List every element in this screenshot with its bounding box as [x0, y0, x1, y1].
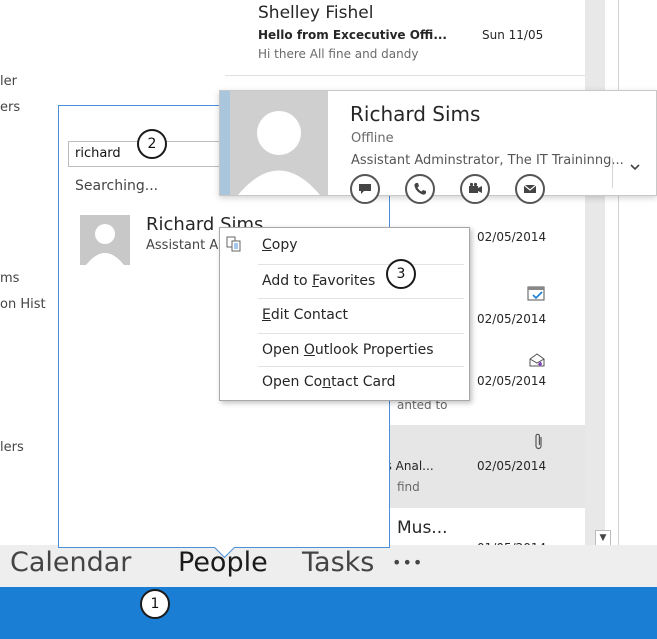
menu-label: Open Co	[262, 374, 323, 390]
searching-status: Searching...	[75, 178, 159, 194]
menu-label: avorites	[318, 273, 376, 289]
message-date: 02/05/2014	[477, 312, 547, 326]
mail-icon	[523, 184, 537, 193]
message-date: 02/05/2014	[477, 374, 547, 388]
nav-tasks[interactable]: Tasks	[302, 547, 374, 578]
presence-status: Offline	[351, 131, 394, 146]
calendar-icon	[527, 285, 545, 301]
chevron-down-icon[interactable]	[628, 160, 642, 178]
card-divider	[612, 158, 613, 188]
menu-separator	[258, 333, 464, 334]
menu-accelerator: C	[262, 237, 272, 253]
menu-separator	[258, 366, 464, 367]
avatar	[230, 91, 328, 195]
menu-item-outlook-properties[interactable]: Open Outlook Properties	[262, 342, 434, 358]
chat-icon	[359, 184, 371, 194]
copy-icon	[226, 236, 242, 252]
message-date: Sun 11/05	[482, 28, 544, 42]
menu-accelerator: n	[322, 374, 332, 390]
folder-item[interactable]: on Hist	[0, 297, 46, 312]
menu-label: tact Card	[331, 374, 396, 390]
step-callout-3: 3	[386, 259, 416, 289]
step-callout-2: 2	[137, 129, 167, 159]
menu-item-open-contact-card[interactable]: Open Contact Card	[262, 374, 396, 390]
menu-label: dit Contact	[270, 307, 349, 323]
contact-job-title: Assistant Adminstrator, The IT Traininng…	[351, 153, 624, 168]
message-sender: Shelley Fishel	[258, 3, 374, 23]
message-date: 02/05/2014	[477, 230, 547, 244]
call-button[interactable]	[405, 174, 435, 204]
reply-envelope-icon	[528, 352, 546, 368]
video-call-button[interactable]	[460, 174, 490, 204]
nav-calendar[interactable]: Calendar	[10, 547, 131, 578]
message-subject: Hello from Excecutive Offi...	[258, 28, 447, 42]
message-date: 02/05/2014	[477, 459, 547, 473]
menu-item-edit-contact[interactable]: Edit Contact	[262, 307, 348, 323]
menu-label: opy	[271, 237, 298, 253]
folder-item[interactable]: ers	[0, 100, 20, 115]
email-button[interactable]	[515, 174, 545, 204]
presence-indicator	[220, 91, 230, 195]
message-preview: Hi there All fine and dandy	[258, 47, 419, 61]
instant-message-button[interactable]	[350, 174, 380, 204]
menu-accelerator: F	[312, 273, 319, 289]
scroll-down-button[interactable]: ▼	[595, 530, 611, 546]
step-callout-1: 1	[140, 589, 170, 619]
menu-label: utlook Properties	[314, 342, 434, 358]
reading-pane-edge	[618, 0, 657, 545]
message-preview: find	[397, 480, 420, 494]
attachment-icon	[533, 433, 545, 451]
message-list-scrollbar[interactable]	[585, 0, 605, 545]
contact-name: Richard Sims	[350, 102, 481, 126]
menu-accelerator: O	[303, 342, 315, 358]
nav-more-button[interactable]: •••	[392, 553, 423, 572]
menu-item-add-to-favorites[interactable]: Add to Favorites	[262, 273, 375, 289]
menu-item-copy[interactable]: Copy	[262, 237, 298, 253]
menu-label: Add to	[262, 273, 313, 289]
phone-icon	[414, 183, 426, 195]
folder-item[interactable]: ler	[0, 74, 17, 89]
folder-item[interactable]: lers	[0, 440, 24, 455]
menu-accelerator: E	[262, 307, 271, 323]
menu-separator	[258, 264, 464, 265]
folder-item[interactable]: ms	[0, 271, 19, 286]
video-icon	[469, 182, 482, 193]
message-sender: Mus...	[397, 518, 448, 538]
status-bar	[0, 587, 657, 639]
menu-separator	[258, 298, 464, 299]
search-result-title: Assistant A	[146, 238, 219, 253]
message-divider	[225, 75, 585, 76]
avatar	[80, 215, 130, 265]
menu-label: Open	[262, 342, 304, 358]
